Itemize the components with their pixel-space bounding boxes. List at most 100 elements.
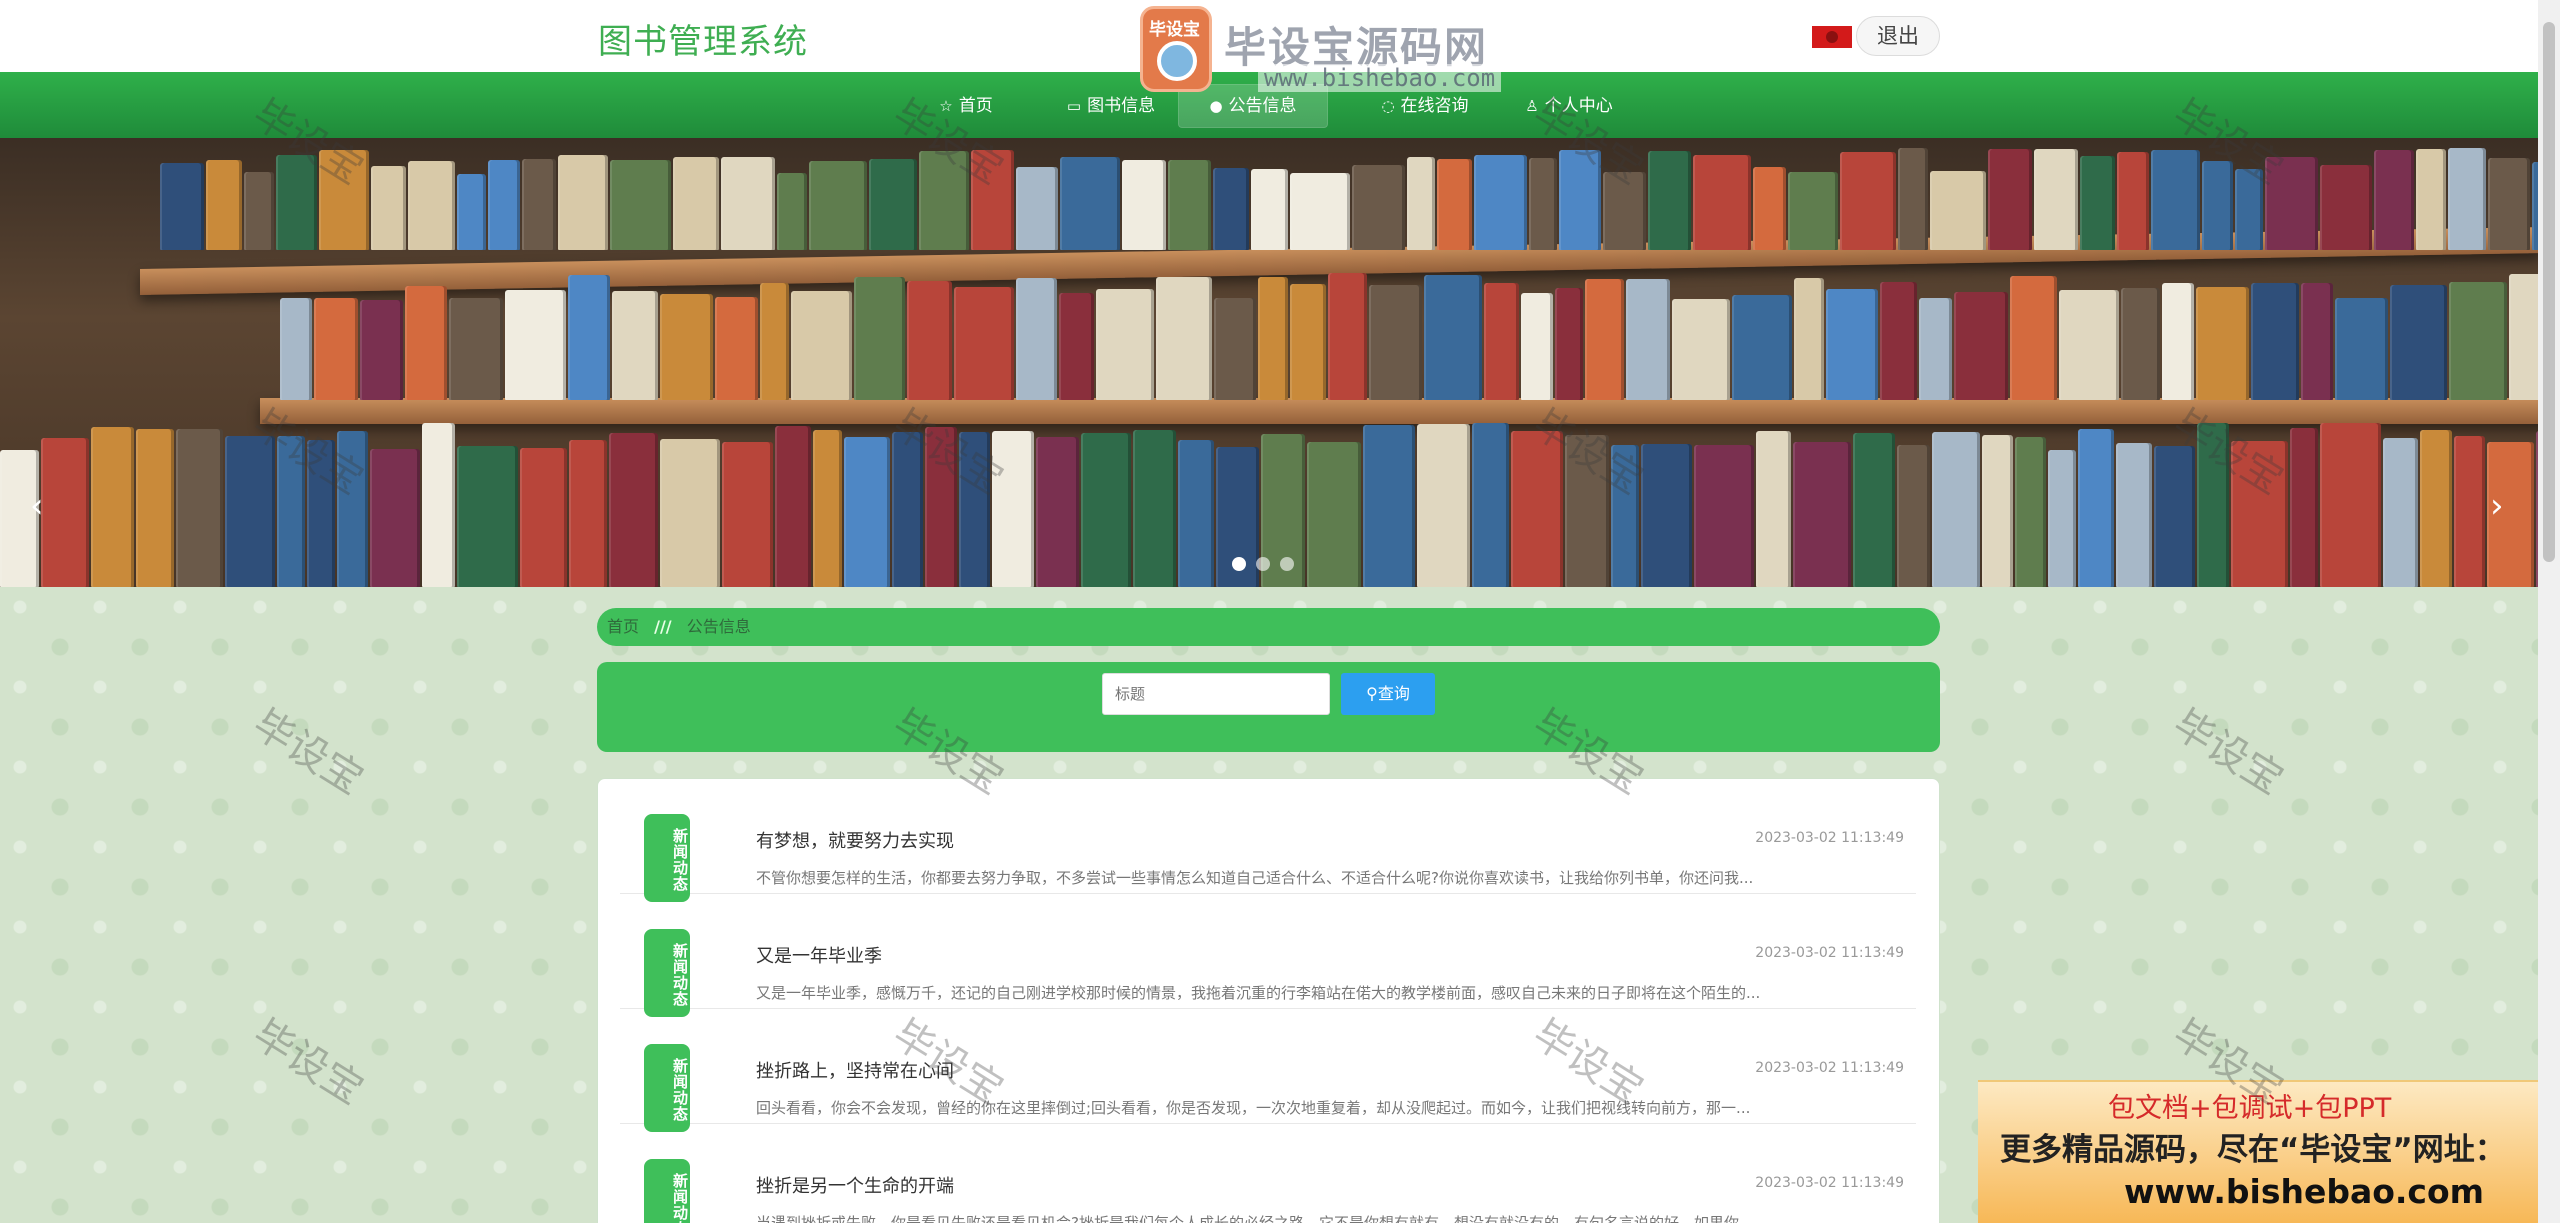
carousel-next-button[interactable]: › <box>2490 486 2504 526</box>
breadcrumb-current: 公告信息 <box>686 617 751 636</box>
book-spine <box>1648 151 1691 250</box>
book-spine <box>791 291 852 400</box>
book-spine <box>244 172 274 250</box>
carousel-dot[interactable] <box>1280 557 1294 571</box>
book-spine <box>2231 441 2288 587</box>
list-item[interactable]: 新闻动态 又是一年毕业季 2023-03-02 11:13:49 又是一年毕业季… <box>620 894 1916 1017</box>
book-spine <box>2078 429 2114 587</box>
book-spine <box>1611 445 1639 587</box>
news-title[interactable]: 挫折是另一个生命的开端 <box>756 1172 954 1198</box>
book-spine <box>1369 285 1422 400</box>
book-spine <box>176 429 223 587</box>
book-spine <box>1036 437 1079 587</box>
book-spine <box>41 438 89 587</box>
book-spine <box>1694 445 1754 587</box>
watermark-badge-icon <box>1157 41 1197 81</box>
news-title[interactable]: 挫折路上，坚持常在心间 <box>756 1057 954 1083</box>
title-search-input[interactable] <box>1102 673 1330 715</box>
book-spine <box>160 163 204 250</box>
search-button[interactable]: ⚲查询 <box>1341 673 1435 715</box>
book-spine <box>558 155 608 250</box>
book-spine <box>2509 274 2538 400</box>
promo-line-3: www.bishebao.com <box>2124 1172 2485 1211</box>
book-spine <box>760 283 789 400</box>
book-spine <box>488 160 520 250</box>
carousel-dot[interactable] <box>1232 557 1246 571</box>
list-item[interactable]: 新闻动态 有梦想，就要努力去实现 2023-03-02 11:13:49 不管你… <box>620 779 1916 902</box>
book-spine <box>1555 288 1583 400</box>
book-spine <box>1641 444 1692 587</box>
book-spine <box>992 431 1034 587</box>
book-spine <box>1919 298 1952 400</box>
book-spine <box>1603 172 1646 250</box>
book-spine <box>2197 423 2229 587</box>
news-desc: 当遇到挫折或失败，你是看见失败还是看见机会?挫折是我们每个人成长的必经之路，它不… <box>756 1214 1754 1223</box>
news-desc: 回头看看，你会不会发现，曾经的你在这里摔倒过;回头看看，你是否发现，一次次地重复… <box>756 1099 1751 1117</box>
book-spine <box>775 426 811 587</box>
promo-line-2: 更多精品源码，尽在“毕设宝”网址： <box>2000 1132 2506 1168</box>
carousel-prev-button[interactable]: ‹ <box>30 486 44 526</box>
book-spine <box>569 440 607 587</box>
book-spine <box>1897 445 1930 587</box>
book-spine <box>1060 157 1120 250</box>
book-spine <box>892 432 923 587</box>
nav-item-home[interactable]: ☆ 首页 <box>920 84 1012 128</box>
scrollbar-thumb[interactable] <box>2543 22 2555 562</box>
news-title[interactable]: 有梦想，就要努力去实现 <box>756 827 954 853</box>
flag-icon[interactable] <box>1812 26 1852 48</box>
book-spine <box>1016 278 1057 400</box>
book-spine <box>91 427 134 587</box>
book-spine <box>371 166 406 250</box>
book-spine <box>280 298 312 400</box>
scrollbar[interactable] <box>2538 0 2560 1223</box>
book-spine <box>2420 430 2452 587</box>
book-spine <box>1793 442 1851 587</box>
book-spine <box>1794 278 1824 400</box>
book-spine <box>408 161 455 250</box>
book-spine <box>2151 150 2200 250</box>
book-spine <box>2015 437 2046 587</box>
book-spine <box>1328 273 1367 400</box>
book-spine <box>2010 276 2057 400</box>
list-item[interactable]: 新闻动态 挫折是另一个生命的开端 2023-03-02 11:13:49 当遇到… <box>620 1124 1916 1223</box>
book-spine <box>1472 423 1509 587</box>
carousel-dot[interactable] <box>1256 557 1270 571</box>
search-panel: ⚲查询 <box>597 662 1940 752</box>
book-spine <box>136 429 174 587</box>
book-spine <box>2290 428 2318 587</box>
book-spine <box>405 286 447 400</box>
logout-button[interactable]: 退出 <box>1856 16 1940 56</box>
book-spine <box>522 159 556 250</box>
book-spine <box>225 436 275 587</box>
book-icon: ▭ <box>1066 97 1082 115</box>
news-time: 2023-03-02 11:13:49 <box>1755 830 1904 846</box>
book-spine <box>1214 298 1256 400</box>
book-spine <box>2454 436 2485 587</box>
book-spine <box>1521 293 1553 400</box>
promo-banner[interactable]: 包文档+包调试+包PPT 更多精品源码，尽在“毕设宝”网址： www.bishe… <box>1978 1080 2560 1223</box>
breadcrumb-home[interactable]: 首页 <box>607 617 639 636</box>
book-spine <box>1016 167 1058 250</box>
book-spine <box>721 157 775 250</box>
list-item[interactable]: 新闻动态 挫折路上，坚持常在心间 2023-03-02 11:13:49 回头看… <box>620 1009 1916 1132</box>
book-spine <box>1932 432 1980 587</box>
book-spine <box>422 423 455 587</box>
book-spine <box>360 300 403 400</box>
promo-line-1: 包文档+包调试+包PPT <box>2108 1093 2392 1124</box>
news-title[interactable]: 又是一年毕业季 <box>756 942 882 968</box>
book-spine <box>2162 283 2194 400</box>
news-badge: 新闻动态 <box>644 1159 690 1223</box>
book-spine <box>660 294 713 400</box>
book-spine <box>307 440 335 587</box>
book-spine <box>869 159 917 250</box>
news-time: 2023-03-02 11:13:49 <box>1755 945 1904 961</box>
book-spine <box>1988 149 2032 250</box>
book-spine <box>505 290 566 400</box>
book-spine <box>2202 161 2233 250</box>
book-spine <box>809 161 867 250</box>
book-spine <box>314 298 358 400</box>
watermark-badge: 毕设宝 <box>1140 6 1212 92</box>
book-spine <box>457 174 486 250</box>
book-spine <box>1290 284 1326 400</box>
book-spine <box>2116 443 2152 587</box>
